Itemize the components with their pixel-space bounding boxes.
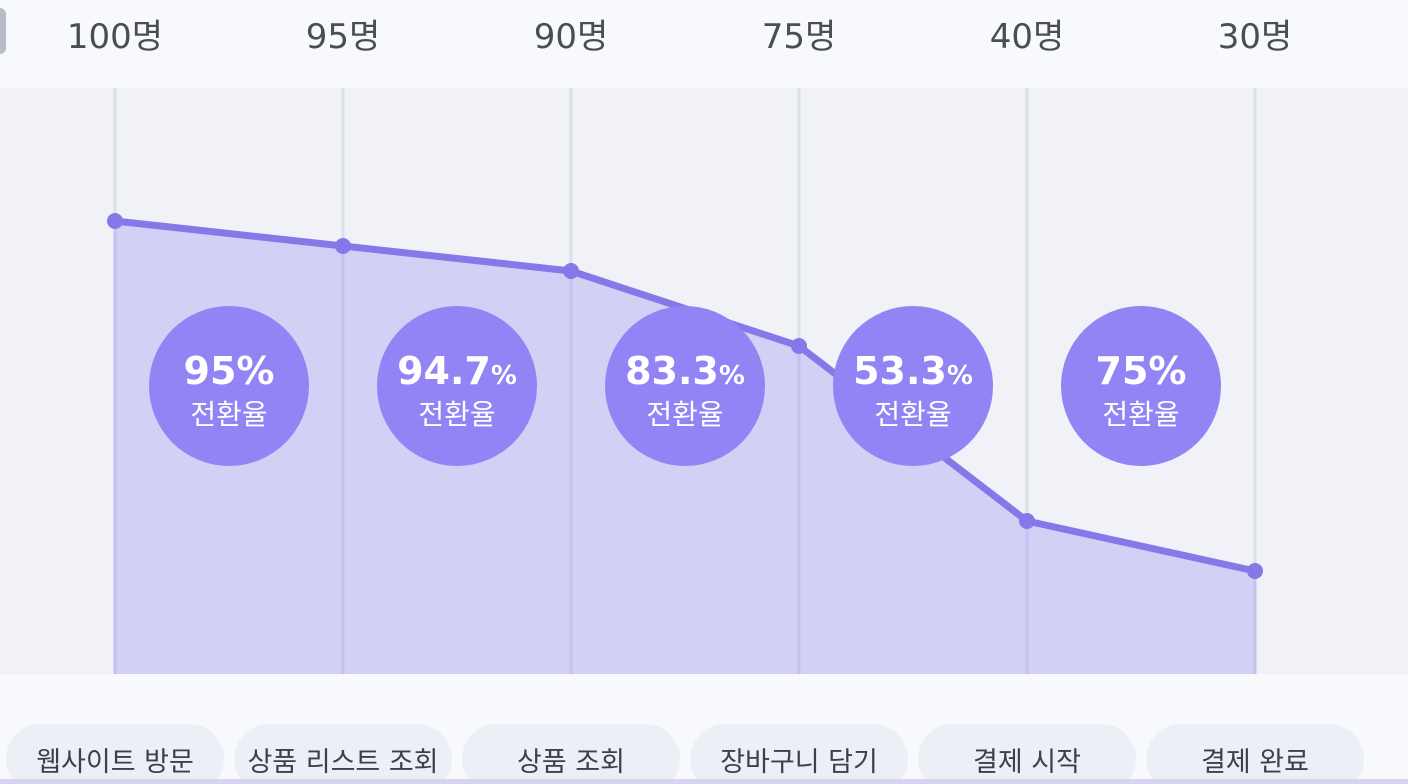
- conversion-bubble-0: 95% 전환율: [149, 306, 309, 466]
- data-point-4: [1019, 513, 1035, 529]
- stage-label-3: 장바구니 담기: [720, 747, 878, 778]
- count-label-4: 40명: [990, 17, 1065, 57]
- stage-label-0: 웹사이트 방문: [36, 747, 194, 778]
- data-point-3: [791, 338, 807, 354]
- chart-canvas: 100명 95명 90명 75명 40명 30명 95% 전환율 94.7% 전환율 83.3% 전환…: [67, 17, 1293, 674]
- conversion-rate-unit-3: %: [947, 361, 973, 391]
- count-label-5: 30명: [1218, 17, 1293, 57]
- conversion-rate-number-1: 94.7: [397, 349, 491, 393]
- count-label-3: 75명: [762, 17, 837, 57]
- conversion-rate-label-1: 전환율: [418, 398, 495, 431]
- stage-label-1: 상품 리스트 조회: [247, 747, 439, 778]
- conversion-rate-number-2: 83.3: [625, 349, 719, 393]
- stage-pill-0: 웹사이트 방문: [6, 724, 224, 784]
- count-label-2: 90명: [534, 17, 609, 57]
- data-point-2: [563, 263, 579, 279]
- data-point-1: [335, 238, 351, 254]
- conversion-bubble-1: 94.7% 전환율: [377, 306, 537, 466]
- bottom-edge: [0, 779, 1408, 784]
- count-label-1: 95명: [306, 17, 381, 57]
- count-label-0: 100명: [67, 17, 163, 57]
- conversion-bubble-3: 53.3% 전환율: [833, 306, 993, 466]
- stage-label-5: 결제 완료: [1201, 747, 1309, 778]
- stage-pill-1: 상품 리스트 조회: [234, 724, 452, 784]
- conversion-rate-number-0: 95: [184, 349, 237, 393]
- conversion-rate-label-0: 전환율: [190, 398, 267, 431]
- stage-pill-3: 장바구니 담기: [690, 724, 908, 784]
- conversion-rate-value-4: 75%: [1096, 349, 1187, 393]
- conversion-bubble-2: 83.3% 전환율: [605, 306, 765, 466]
- data-point-0: [107, 213, 123, 229]
- stage-pill-4: 결제 시작: [918, 724, 1136, 784]
- stage-pill-5: 결제 완료: [1146, 724, 1364, 784]
- conversion-rate-label-4: 전환율: [1102, 398, 1179, 431]
- stage-label-2: 상품 조회: [517, 747, 625, 778]
- conversion-rate-value-0: 95%: [184, 349, 275, 393]
- data-point-5: [1247, 563, 1263, 579]
- conversion-rate-number-3: 53.3: [853, 349, 947, 393]
- funnel-chart: 100명 95명 90명 75명 40명 30명 95% 전환율 94.7% 전환율 83.3% 전환…: [0, 0, 1408, 784]
- conversion-rate-number-4: 75: [1096, 349, 1149, 393]
- conversion-rate-unit-2: %: [719, 361, 745, 391]
- stage-label-4: 결제 시작: [973, 747, 1081, 778]
- conversion-rate-unit-0: %: [236, 349, 274, 393]
- stage-pill-2: 상품 조회: [462, 724, 680, 784]
- conversion-rate-unit-1: %: [491, 361, 517, 391]
- conversion-rate-label-3: 전환율: [874, 398, 951, 431]
- conversion-bubble-4: 75% 전환율: [1061, 306, 1221, 466]
- conversion-rate-unit-4: %: [1148, 349, 1186, 393]
- conversion-rate-label-2: 전환율: [646, 398, 723, 431]
